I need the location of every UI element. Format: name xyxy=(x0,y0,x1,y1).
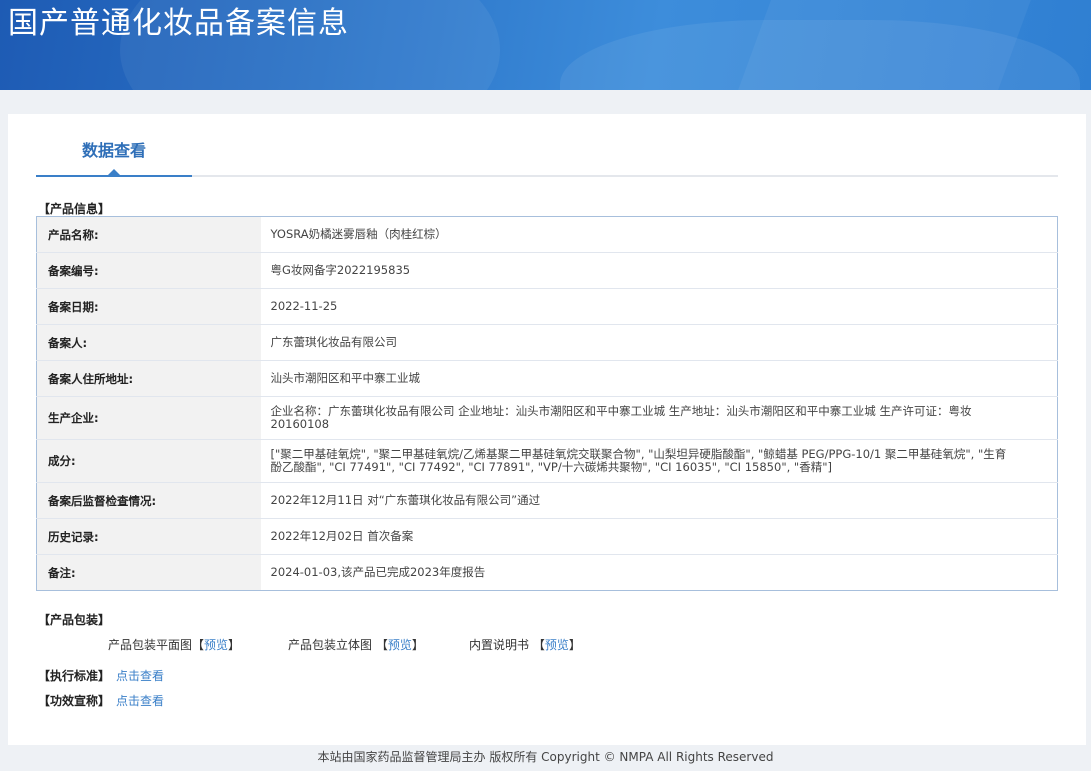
standards-label: 【执行标准】 xyxy=(38,669,111,683)
row-label: 备案编号: xyxy=(36,252,261,289)
preview-flat-link[interactable]: 预览 xyxy=(204,638,228,652)
row-value: 2022年12月11日 对“广东蕾琪化妆品有限公司”通过 xyxy=(260,482,1058,519)
table-row: 备案编号: 粤G妆网备字2022195835 xyxy=(36,252,1058,289)
bracket-close: 】 xyxy=(411,638,424,652)
footer-copyright: 本站由国家药品监督管理局主办 版权所有 Copyright © NMPA All… xyxy=(317,750,774,764)
page-title: 国产普通化妆品备案信息 xyxy=(8,6,349,41)
row-value: 2022年12月02日 首次备案 xyxy=(260,518,1058,555)
content-panel: 数据查看 【产品信息】 产品名称: YOSRA奶橘迷雾唇釉（肉桂红棕） 备案编号… xyxy=(8,114,1086,745)
tab-active-indicator-icon xyxy=(108,169,120,175)
row-value: 粤G妆网备字2022195835 xyxy=(260,252,1058,289)
row-value: ["聚二甲基硅氧烷", "聚二甲基硅氧烷/乙烯基聚二甲基硅氧烷交联聚合物", "… xyxy=(260,439,1058,483)
row-label: 生产企业: xyxy=(36,396,261,440)
table-row: 历史记录: 2022年12月02日 首次备案 xyxy=(36,518,1058,555)
row-value: YOSRA奶橘迷雾唇釉（肉桂红棕） xyxy=(260,216,1058,253)
product-info-heading: 【产品信息】 xyxy=(38,202,111,216)
row-value: 汕头市潮阳区和平中寨工业城 xyxy=(260,360,1058,397)
efficacy-row: 【功效宣称】 点击查看 xyxy=(38,692,164,709)
bracket-open: 【 xyxy=(192,638,205,652)
table-row: 备案后监督检查情况: 2022年12月11日 对“广东蕾琪化妆品有限公司”通过 xyxy=(36,482,1058,519)
packaging-item-3d: 产品包装立体图 【预览】 xyxy=(288,636,424,653)
preview-manual-link[interactable]: 预览 xyxy=(545,638,569,652)
table-row: 成分: ["聚二甲基硅氧烷", "聚二甲基硅氧烷/乙烯基聚二甲基硅氧烷交联聚合物… xyxy=(36,439,1058,483)
row-label: 备案后监督检查情况: xyxy=(36,482,261,519)
bracket-open: 【 xyxy=(375,638,388,652)
row-label: 备案人: xyxy=(36,324,261,361)
standards-view-link[interactable]: 点击查看 xyxy=(116,669,164,683)
product-info-table: 产品名称: YOSRA奶橘迷雾唇釉（肉桂红棕） 备案编号: 粤G妆网备字2022… xyxy=(36,216,1058,591)
preview-3d-link[interactable]: 预览 xyxy=(388,638,412,652)
tab-label: 数据查看 xyxy=(81,141,146,160)
standards-row: 【执行标准】 点击查看 xyxy=(38,667,164,684)
efficacy-view-link[interactable]: 点击查看 xyxy=(116,694,164,708)
header-banner: 国产普通化妆品备案信息 xyxy=(0,0,1091,90)
efficacy-label: 【功效宣称】 xyxy=(38,694,111,708)
row-label: 备注: xyxy=(36,554,261,591)
packaging-item-manual: 内置说明书 【预览】 xyxy=(469,636,581,653)
row-value: 2022-11-25 xyxy=(260,288,1058,325)
packaging-item-label: 内置说明书 xyxy=(469,638,530,652)
row-label: 产品名称: xyxy=(36,216,261,253)
table-row: 生产企业: 企业名称：广东蕾琪化妆品有限公司 企业地址：汕头市潮阳区和平中寨工业… xyxy=(36,396,1058,440)
row-value: 企业名称：广东蕾琪化妆品有限公司 企业地址：汕头市潮阳区和平中寨工业城 生产地址… xyxy=(260,396,1058,440)
table-row: 备注: 2024-01-03,该产品已完成2023年度报告 xyxy=(36,554,1058,591)
bracket-close: 】 xyxy=(228,638,241,652)
banner-decoration xyxy=(734,0,1046,90)
table-row: 备案日期: 2022-11-25 xyxy=(36,288,1058,325)
row-value: 广东蕾琪化妆品有限公司 xyxy=(260,324,1058,361)
tab-bar: 数据查看 xyxy=(36,134,1058,177)
tab-data-view[interactable]: 数据查看 xyxy=(36,134,192,177)
packaging-item-label: 产品包装立体图 xyxy=(288,638,373,652)
table-row: 备案人住所地址: 汕头市潮阳区和平中寨工业城 xyxy=(36,360,1058,397)
row-label: 备案日期: xyxy=(36,288,261,325)
bracket-close: 】 xyxy=(568,638,581,652)
row-label: 备案人住所地址: xyxy=(36,360,261,397)
table-row: 备案人: 广东蕾琪化妆品有限公司 xyxy=(36,324,1058,361)
packaging-item-flat: 产品包装平面图【预览】 xyxy=(108,636,240,653)
bracket-open: 【 xyxy=(532,638,545,652)
table-row: 产品名称: YOSRA奶橘迷雾唇釉（肉桂红棕） xyxy=(36,216,1058,253)
row-value: 2024-01-03,该产品已完成2023年度报告 xyxy=(270,565,486,579)
packaging-heading: 【产品包装】 xyxy=(38,613,111,627)
row-label: 历史记录: xyxy=(36,518,261,555)
packaging-item-label: 产品包装平面图 xyxy=(108,638,193,652)
row-label: 成分: xyxy=(36,439,261,483)
